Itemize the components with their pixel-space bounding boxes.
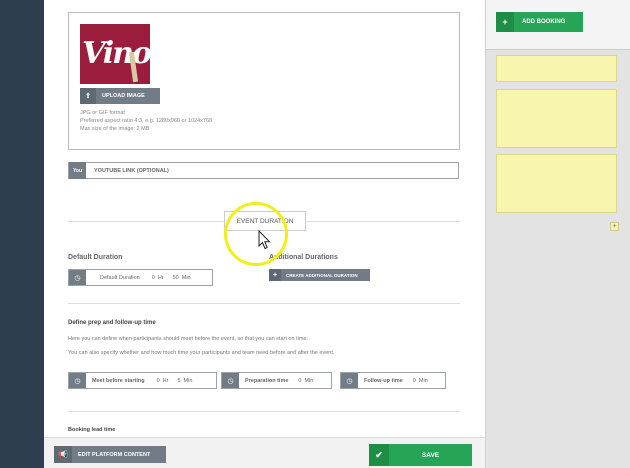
image-hint-size: Max size of the image: 2 MB xyxy=(80,126,150,132)
additional-durations-heading: Additional Durations xyxy=(269,254,338,261)
upload-image-label: UPLOAD IMAGE xyxy=(102,93,145,99)
add-booking-label: ADD BOOKING xyxy=(522,19,566,25)
meet-before-min-unit: Min xyxy=(183,377,193,384)
clock-icon: ◷ xyxy=(222,373,239,388)
plus-icon: + xyxy=(496,12,514,32)
upload-icon: ⇪ xyxy=(80,88,96,104)
default-duration-label: Default Duration xyxy=(100,274,140,281)
tab-event-duration[interactable]: EVENT DURATION xyxy=(224,211,306,231)
event-editor-panel: Vino ⇪ UPLOAD IMAGE JPG or GIF format Pr… xyxy=(44,0,485,468)
meet-before-hr-unit: Hr xyxy=(162,377,169,384)
prep-description-line1: Here you can define when participants sh… xyxy=(68,336,309,342)
add-slot-button[interactable]: + xyxy=(610,222,619,231)
preparation-time-label: Preparation time xyxy=(245,377,289,384)
clock-icon: ◷ xyxy=(69,373,86,388)
check-icon: ✔ xyxy=(369,444,389,466)
create-additional-duration-label: CREATE ADDITIONAL DURATION xyxy=(286,272,358,278)
follow-up-min-unit: Min xyxy=(418,377,428,384)
youtube-icon: You xyxy=(69,162,86,179)
youtube-link-input[interactable]: You YOUTUBE LINK (OPTIONAL) xyxy=(68,162,459,179)
event-logo-image: Vino xyxy=(80,24,150,84)
edit-platform-content-label: EDIT PLATFORM CONTENT xyxy=(78,451,151,458)
image-hint-format: JPG or GIF format xyxy=(80,110,125,116)
bottom-action-bar: 📢 EDIT PLATFORM CONTENT ✔ SAVE xyxy=(44,437,485,468)
default-duration-minutes[interactable]: 50 xyxy=(173,275,179,281)
prep-followup-heading: Define prep and follow-up time xyxy=(68,320,156,326)
default-duration-hr-unit: Hr xyxy=(157,274,164,281)
save-label: SAVE xyxy=(421,451,440,459)
preparation-min-unit: Min xyxy=(304,377,314,384)
follow-up-minutes[interactable]: 0 xyxy=(413,378,416,384)
booking-slot[interactable] xyxy=(496,89,617,148)
default-duration-hours[interactable]: 0 xyxy=(152,275,155,281)
clock-icon: ◷ xyxy=(341,373,358,388)
add-booking-button[interactable]: + ADD BOOKING xyxy=(496,12,583,32)
image-hint-ratio: Preferred aspect ratio 4:3, e.g. 1280x96… xyxy=(80,118,213,124)
booking-side-panel: + ADD BOOKING + xyxy=(485,0,630,468)
youtube-link-placeholder: YOUTUBE LINK (OPTIONAL) xyxy=(94,167,169,174)
mouse-pointer-icon xyxy=(258,230,271,250)
megaphone-icon: 📢 xyxy=(54,446,72,463)
image-upload-box: Vino ⇪ UPLOAD IMAGE JPG or GIF format Pr… xyxy=(68,12,460,150)
default-duration-min-unit: Min xyxy=(181,274,191,281)
follow-up-time-field[interactable]: ◷ Follow-up time 0 Min xyxy=(340,372,446,389)
save-button[interactable]: ✔ SAVE xyxy=(369,444,472,466)
divider xyxy=(68,411,460,412)
plus-icon: + xyxy=(269,269,281,281)
booking-slot[interactable] xyxy=(496,154,617,213)
meet-before-starting-label: Meet before starting xyxy=(92,377,145,384)
clock-icon: ◷ xyxy=(69,270,86,285)
upload-image-button[interactable]: ⇪ UPLOAD IMAGE xyxy=(80,88,160,104)
booking-slot[interactable] xyxy=(496,55,617,82)
edit-platform-content-button[interactable]: 📢 EDIT PLATFORM CONTENT xyxy=(54,446,166,463)
meet-before-hours[interactable]: 0 xyxy=(157,378,160,384)
logo-text: Vino xyxy=(82,36,150,71)
booking-lead-time-heading: Booking lead time xyxy=(68,427,116,433)
default-duration-heading: Default Duration xyxy=(68,254,123,261)
follow-up-time-label: Follow-up time xyxy=(364,377,403,384)
booking-toolbar: + ADD BOOKING xyxy=(486,0,630,50)
preparation-minutes[interactable]: 0 xyxy=(298,378,301,384)
create-additional-duration-button[interactable]: + CREATE ADDITIONAL DURATION xyxy=(269,269,370,281)
meet-before-minutes[interactable]: 5 xyxy=(177,378,180,384)
prep-description-line2: You can also specify whether and how muc… xyxy=(68,350,335,356)
meet-before-starting-field[interactable]: ◷ Meet before starting 0 Hr 5 Min xyxy=(68,372,217,389)
divider xyxy=(68,303,460,304)
preparation-time-field[interactable]: ◷ Preparation time 0 Min xyxy=(221,372,332,389)
default-duration-field[interactable]: ◷ Default Duration 0 Hr 50 Min xyxy=(68,269,213,286)
left-sidebar xyxy=(0,0,44,468)
